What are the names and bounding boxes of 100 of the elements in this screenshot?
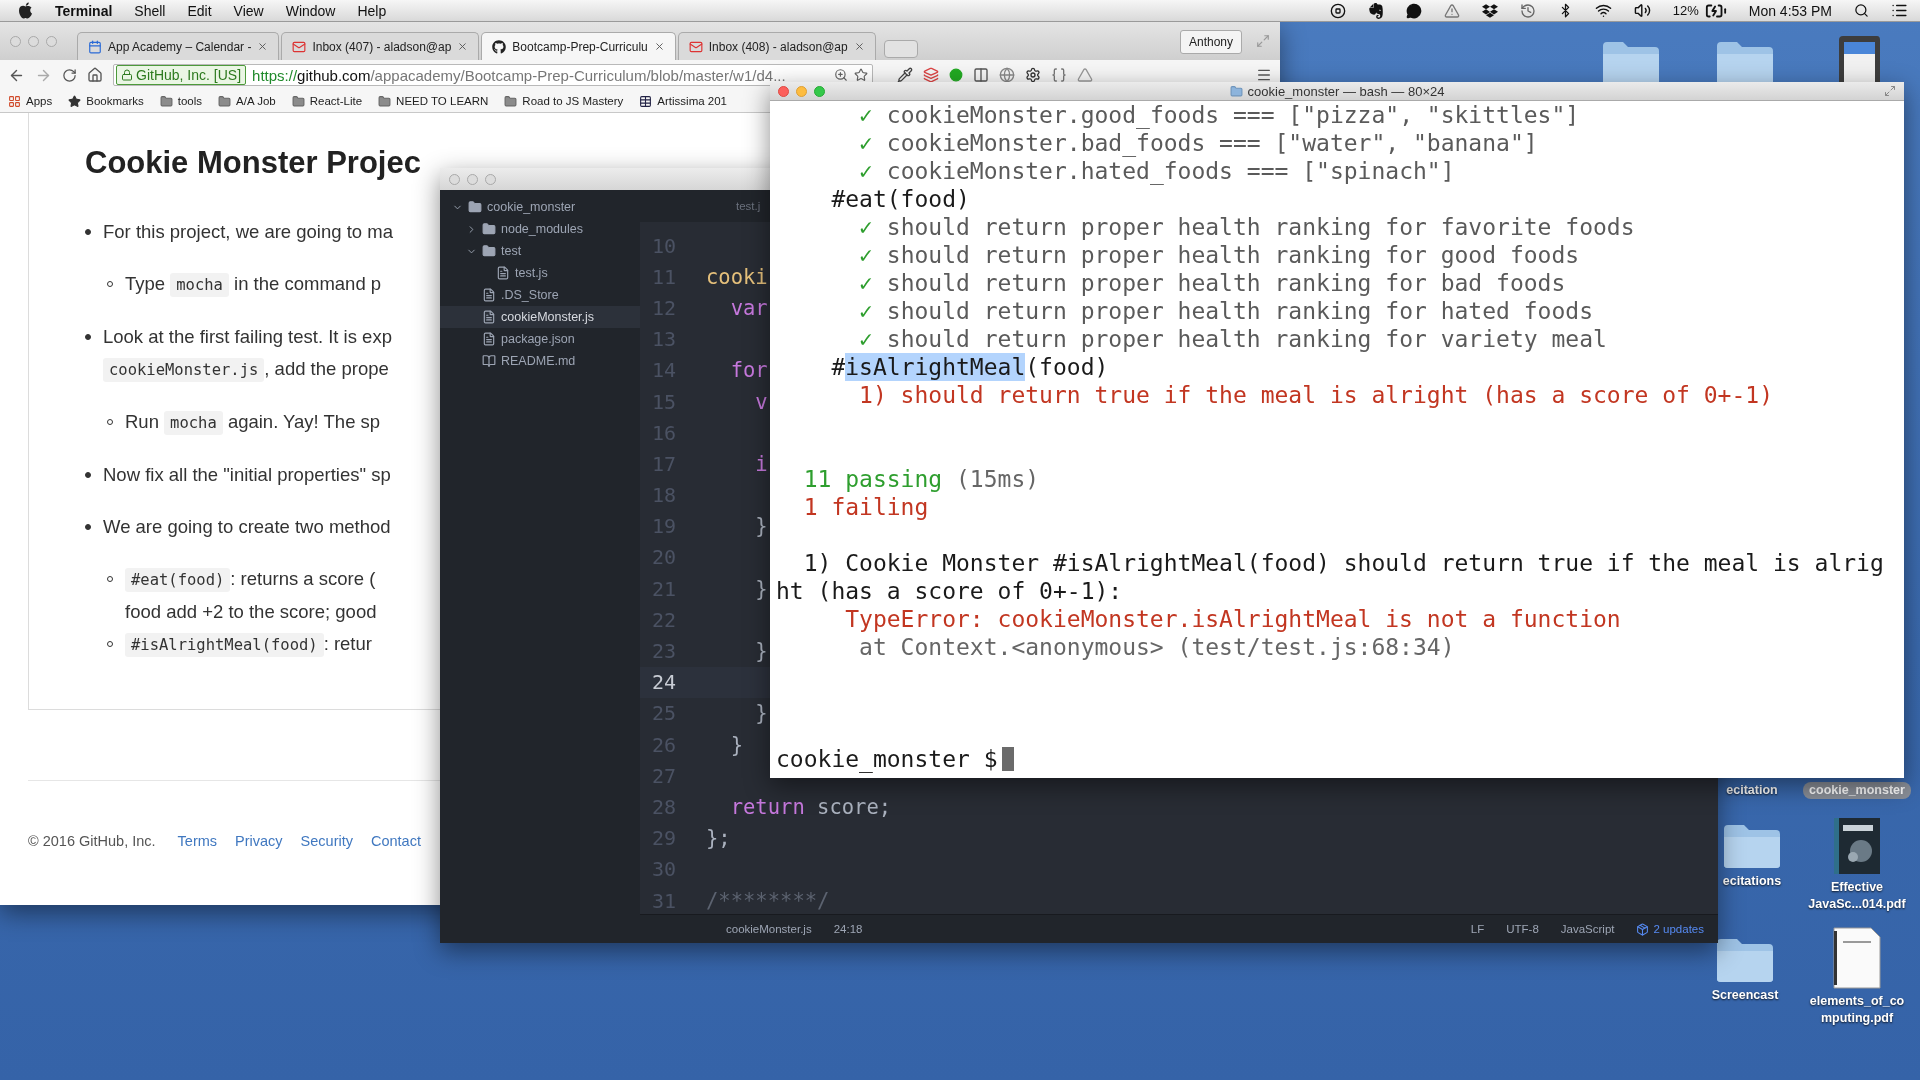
security-badge[interactable]: GitHub, Inc. [US] <box>116 65 247 85</box>
columns-icon[interactable] <box>973 67 989 83</box>
close-icon[interactable] <box>853 41 865 52</box>
folder-icon <box>1229 84 1243 98</box>
history-icon[interactable] <box>1519 2 1536 19</box>
braces-icon[interactable] <box>1051 67 1067 83</box>
folder-icon <box>218 94 232 108</box>
stop-icon[interactable] <box>1329 2 1346 19</box>
menu-item[interactable]: View <box>233 2 264 19</box>
line-ending[interactable]: LF <box>1470 923 1485 935</box>
menu-icon[interactable] <box>1256 67 1272 83</box>
terminal-line: ✓ cookieMonster.good_foods === ["pizza", "skittles"] <box>858 101 1581 129</box>
icon-label: elements_of_co mputing.pdf <box>1809 993 1905 1027</box>
footer-link[interactable]: Terms <box>177 833 218 849</box>
menu-item[interactable]: Terminal <box>55 2 113 19</box>
bookmark[interactable]: NEED TO LEARN <box>378 94 489 108</box>
circle-icon[interactable] <box>949 68 963 82</box>
footer-link[interactable]: Security <box>300 833 353 849</box>
notifications-icon[interactable] <box>1891 2 1908 19</box>
document-icon <box>1833 927 1881 989</box>
box-icon[interactable] <box>1481 2 1498 19</box>
volume-icon[interactable] <box>1633 2 1651 19</box>
menu-item[interactable]: Window <box>285 2 336 19</box>
terminal-line: ✓ should return proper health ranking for variety meal <box>858 325 1608 353</box>
folder-icon <box>482 244 496 258</box>
tree-item[interactable]: cookieMonster.js <box>440 306 640 328</box>
folder-icon <box>1715 937 1775 983</box>
elephant-icon[interactable] <box>1367 2 1384 19</box>
home-icon[interactable] <box>87 67 103 83</box>
cursor-position[interactable]: 24:18 <box>833 923 863 935</box>
paragraph-text: Type mocha in the command p <box>125 268 382 301</box>
terminal-line: 1 failing <box>802 493 930 521</box>
apple-icon[interactable] <box>18 2 33 19</box>
folder-icon <box>468 200 482 214</box>
globe-icon[interactable] <box>999 67 1015 83</box>
menu-item[interactable]: Shell <box>134 2 166 19</box>
status-file[interactable]: cookieMonster.js <box>726 923 812 935</box>
menu-item[interactable]: Help <box>357 2 387 19</box>
triangle-icon[interactable] <box>1077 67 1093 83</box>
bookmark[interactable]: Apps <box>8 94 53 108</box>
bullet-icon <box>85 229 91 235</box>
grammar[interactable]: JavaScript <box>1560 923 1615 935</box>
close-icon[interactable] <box>257 41 269 52</box>
menu-item[interactable]: Edit <box>187 2 212 19</box>
tree-item[interactable]: node_modules <box>440 218 640 240</box>
mail-icon <box>688 39 703 54</box>
bookmark[interactable]: Bookmarks <box>68 94 144 108</box>
terminal-line: ✓ cookieMonster.bad_foods === ["water", "banana"] <box>858 129 1539 157</box>
address-field[interactable]: GitHub, Inc. [US] https://github.com/appacademy/Bootcamp-Prep-Curriculum/blob/master/w1/d4... <box>113 64 873 86</box>
tree-item[interactable]: cookie_monster <box>440 196 640 218</box>
tree-item[interactable]: package.json <box>440 328 640 350</box>
calendar-icon <box>88 39 102 54</box>
close-button[interactable] <box>778 85 789 97</box>
updates-link[interactable]: 2 updates <box>1636 922 1704 936</box>
layers-icon[interactable] <box>923 67 939 83</box>
pipette-icon[interactable] <box>897 67 913 83</box>
browser-tab[interactable]: Inbox (407) - aladson@ap <box>281 32 480 60</box>
close-icon[interactable] <box>653 41 665 52</box>
terminal-line: #eat(food) <box>830 185 971 213</box>
icon-label: Effective JavaSc...014.pdf <box>1808 879 1906 913</box>
tree-item[interactable]: test <box>440 240 640 262</box>
bookmark[interactable]: Road to JS Mastery <box>504 94 624 108</box>
tree-item[interactable]: .DS_Store <box>440 284 640 306</box>
code-text: i <box>754 451 768 476</box>
search-icon[interactable] <box>1854 3 1869 18</box>
bookmark-star-icon[interactable] <box>854 68 868 82</box>
bookmark[interactable]: A/A Job <box>218 94 276 108</box>
bullet-icon <box>85 472 91 478</box>
zoom-icon[interactable] <box>834 68 848 82</box>
icon-label: cookie_monster <box>1803 782 1911 799</box>
file-icon <box>496 266 510 280</box>
paragraph-text: Look at the first failing test. It is exp cookieMonster.js , add the prope <box>103 321 392 386</box>
terminal-line: TypeError: cookieMonster.isAlrightMeal is not a function <box>844 605 1622 633</box>
paragraph-text: We are going to create two method <box>103 515 391 539</box>
chat-icon[interactable] <box>1405 2 1422 19</box>
browser-tab[interactable]: Inbox (408) - aladson@ap <box>677 32 876 60</box>
footer-link[interactable]: Privacy <box>235 833 283 849</box>
bookmark[interactable]: React-Lite <box>291 94 363 108</box>
terminal-line: ✓ cookieMonster.hated_foods === ["spinach"] <box>858 157 1456 185</box>
close-icon[interactable] <box>457 41 469 52</box>
page-icon <box>639 94 653 108</box>
bookmark[interactable]: Artissima 201 <box>639 94 727 108</box>
footer-link[interactable]: Contact <box>371 833 421 849</box>
browser-tab[interactable]: App Academy – Calendar - <box>77 32 280 60</box>
browser-tab[interactable]: Bootcamp-Prep-Curriculu <box>481 32 676 60</box>
apps-icon <box>8 94 21 108</box>
reload-icon[interactable] <box>62 67 77 83</box>
tree-item[interactable]: test.js <box>440 262 640 284</box>
encoding[interactable]: UTF-8 <box>1506 923 1539 935</box>
warning-icon[interactable] <box>1443 2 1460 19</box>
settings-icon[interactable] <box>1025 67 1041 83</box>
star-icon <box>68 94 82 108</box>
fullscreen-icon[interactable] <box>1884 85 1896 97</box>
profile-button[interactable]: Anthony <box>1179 30 1242 54</box>
bookmark[interactable]: tools <box>159 94 203 108</box>
wifi-icon[interactable] <box>1594 2 1612 19</box>
tree-item[interactable]: README.md <box>440 350 640 372</box>
code-text: } <box>754 514 768 539</box>
folder-icon <box>1722 823 1782 869</box>
paragraph-text: For this project, we are going to ma <box>103 220 393 244</box>
